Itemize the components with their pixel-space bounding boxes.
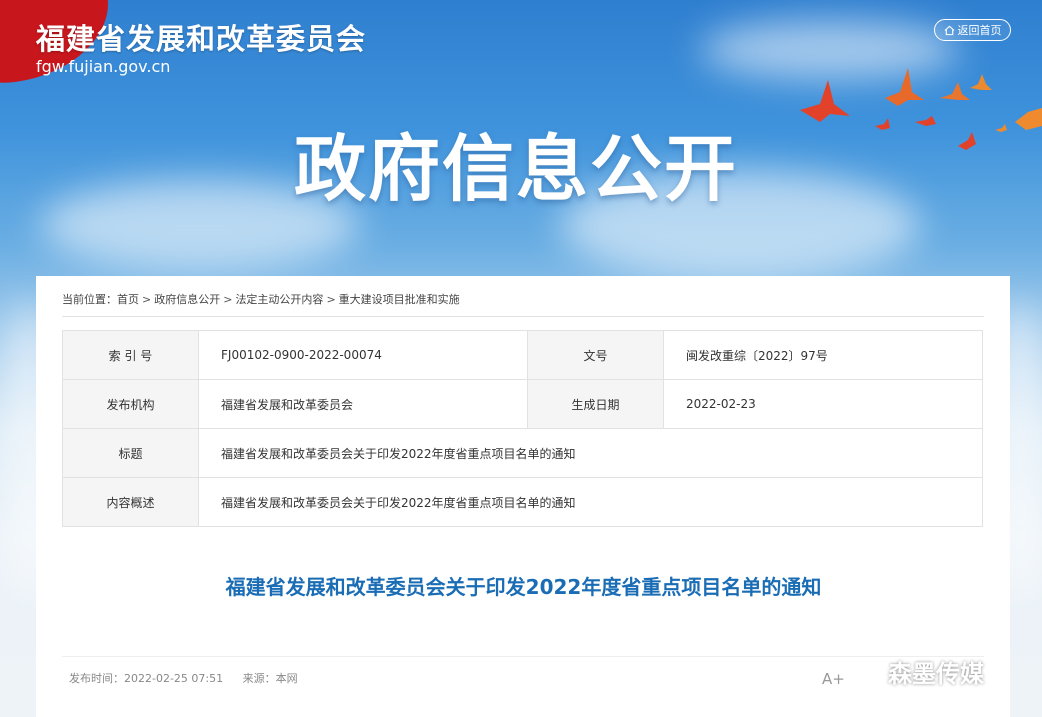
docno-value: 闽发改重综〔2022〕97号 bbox=[663, 330, 983, 380]
font-size-increase-button[interactable]: A+ bbox=[822, 670, 845, 688]
banner-heading: 政府信息公开 bbox=[294, 126, 739, 211]
breadcrumb-gov-info[interactable]: 政府信息公开 bbox=[154, 293, 220, 306]
site-domain: fgw.fujian.gov.cn bbox=[36, 57, 171, 76]
watermark: 森墨传媒 bbox=[848, 654, 984, 689]
article-meta: 发布时间：2022-02-25 07:51 来源：本网 bbox=[69, 670, 314, 686]
document-meta-table: 索 引 号 FJ00102-0900-2022-00074 文号 闽发改重综〔2… bbox=[62, 330, 983, 527]
site-title: 福建省发展和改革委员会 bbox=[36, 22, 367, 56]
article-source: 来源：本网 bbox=[242, 672, 298, 685]
breadcrumb-separator: > bbox=[223, 293, 233, 306]
article-meta-divider bbox=[62, 656, 984, 657]
breadcrumb-home[interactable]: 首页 bbox=[117, 293, 139, 306]
meta-row: 索 引 号 FJ00102-0900-2022-00074 文号 闽发改重综〔2… bbox=[62, 330, 983, 380]
content-panel: 当前位置：首页 > 政府信息公开 > 法定主动公开内容 > 重大建设项目批准和实施 索 引 … bbox=[36, 276, 1010, 717]
docno-label: 文号 bbox=[527, 330, 664, 380]
wechat-icon bbox=[848, 659, 881, 683]
home-icon bbox=[944, 25, 954, 35]
breadcrumb-separator: > bbox=[142, 293, 152, 306]
date-value: 2022-02-23 bbox=[663, 379, 983, 429]
meta-row: 内容概述 福建省发展和改革委员会关于印发2022年度省重点项目名单的通知 bbox=[62, 477, 983, 527]
breadcrumb: 当前位置：首页 > 政府信息公开 > 法定主动公开内容 > 重大建设项目批准和实施 bbox=[62, 291, 460, 307]
summary-label: 内容概述 bbox=[62, 477, 199, 527]
title-value: 福建省发展和改革委员会关于印发2022年度省重点项目名单的通知 bbox=[198, 428, 983, 478]
breadcrumb-prefix: 当前位置： bbox=[62, 293, 117, 306]
watermark-text: 森墨传媒 bbox=[888, 660, 984, 688]
publisher-label: 发布机构 bbox=[62, 379, 199, 429]
birds-decoration bbox=[800, 68, 1042, 150]
index-value: FJ00102-0900-2022-00074 bbox=[198, 330, 528, 380]
meta-row: 发布机构 福建省发展和改革委员会 生成日期 2022-02-23 bbox=[62, 379, 983, 429]
breadcrumb-major-projects[interactable]: 重大建设项目批准和实施 bbox=[339, 293, 460, 306]
publisher-value: 福建省发展和改革委员会 bbox=[198, 379, 528, 429]
back-home-button[interactable]: 返回首页 bbox=[934, 19, 1011, 41]
breadcrumb-divider bbox=[62, 316, 984, 317]
summary-value: 福建省发展和改革委员会关于印发2022年度省重点项目名单的通知 bbox=[198, 477, 983, 527]
publish-time: 发布时间：2022-02-25 07:51 bbox=[69, 672, 224, 685]
date-label: 生成日期 bbox=[527, 379, 664, 429]
article-title: 福建省发展和改革委员会关于印发2022年度省重点项目名单的通知 bbox=[225, 575, 822, 599]
breadcrumb-separator: > bbox=[326, 293, 336, 306]
breadcrumb-statutory[interactable]: 法定主动公开内容 bbox=[235, 293, 323, 306]
back-home-label: 返回首页 bbox=[957, 24, 1002, 37]
title-label: 标题 bbox=[62, 428, 199, 478]
meta-row: 标题 福建省发展和改革委员会关于印发2022年度省重点项目名单的通知 bbox=[62, 428, 983, 478]
index-label: 索 引 号 bbox=[62, 330, 199, 380]
